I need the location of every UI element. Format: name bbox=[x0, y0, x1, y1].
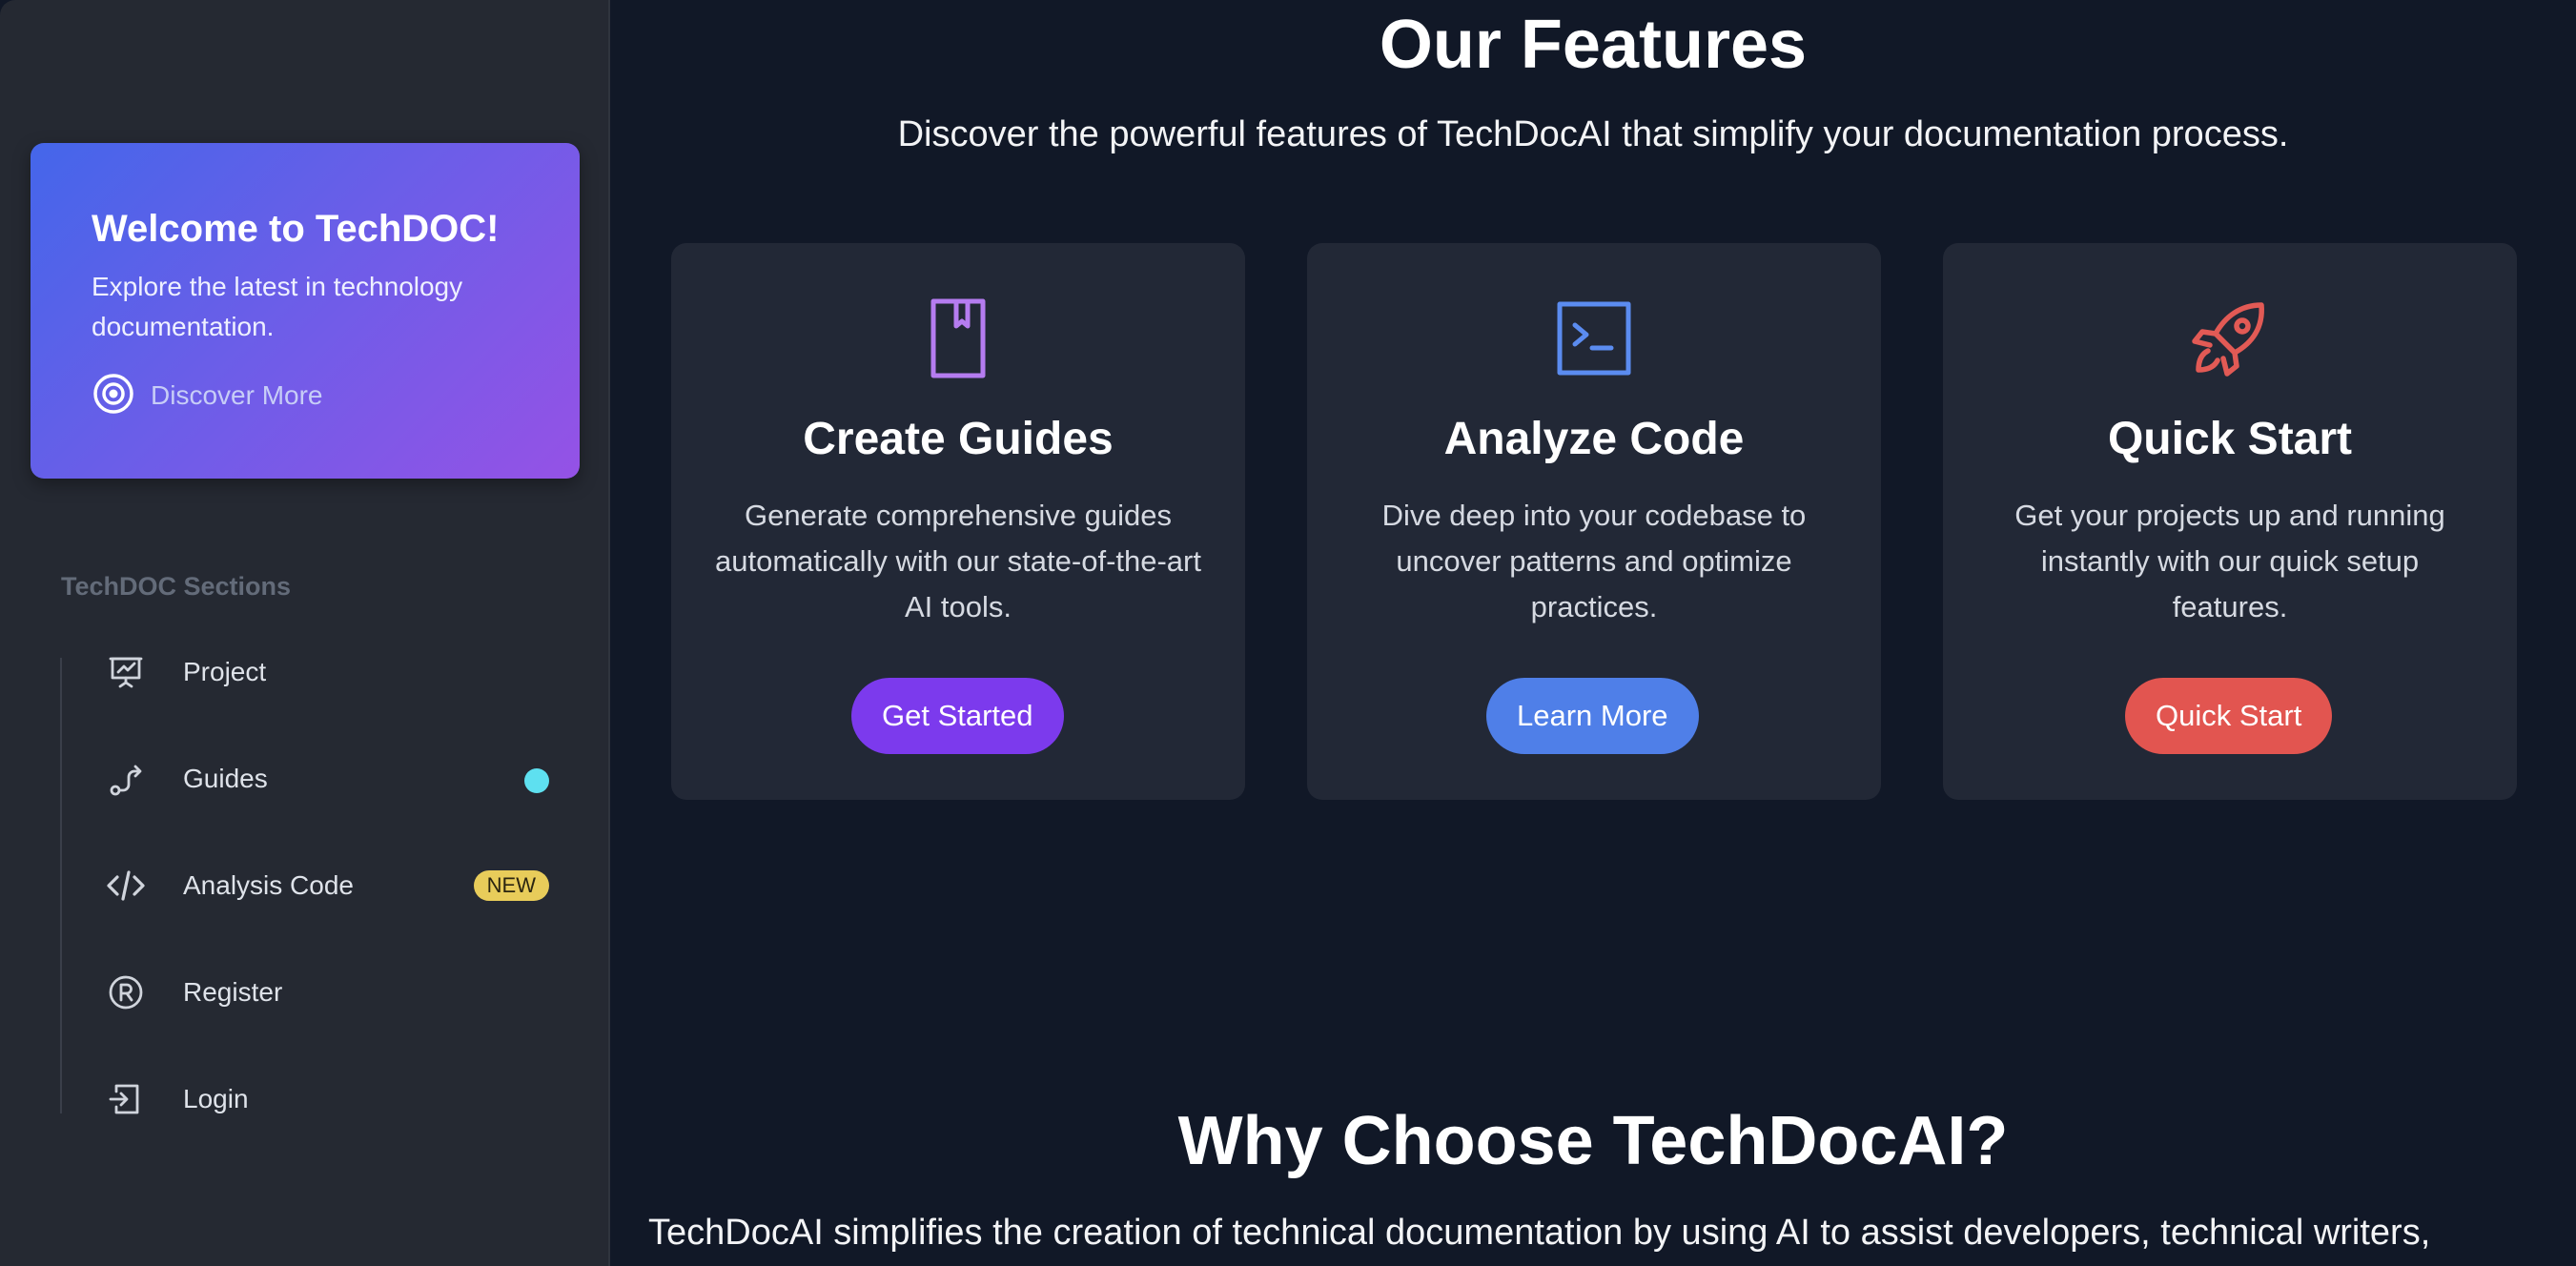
sidebar-item-label: Analysis Code bbox=[183, 870, 354, 900]
discover-more-link[interactable]: Discover More bbox=[92, 372, 323, 420]
features-title: Our Features bbox=[1379, 7, 1808, 83]
sidebar-item-project[interactable]: Project bbox=[95, 639, 562, 705]
new-badge: NEW bbox=[473, 870, 549, 901]
welcome-title: Welcome to TechDOC! bbox=[92, 208, 500, 250]
sidebar-item-label: Guides bbox=[183, 764, 268, 793]
features-subtitle: Discover the powerful features of TechDo… bbox=[897, 114, 2289, 154]
feature-card-quick-start: Quick Start Get your projects up and run… bbox=[1943, 243, 2517, 800]
quick-start-button[interactable]: Quick Start bbox=[2125, 678, 2333, 754]
app-window: Welcome to TechDOC! Explore the latest i… bbox=[0, 0, 2576, 1266]
card-description: Generate comprehensive guides automatica… bbox=[715, 499, 1201, 623]
sidebar-item-guides[interactable]: Guides bbox=[95, 745, 562, 812]
nav-divider-line bbox=[60, 658, 62, 1113]
terminal-icon bbox=[1307, 291, 1881, 386]
sidebar-item-analysis-code[interactable]: Analysis Code NEW bbox=[95, 852, 562, 919]
why-section-title: Why Choose TechDocAI? bbox=[1177, 1103, 2009, 1179]
get-started-button[interactable]: Get Started bbox=[851, 678, 1064, 754]
card-description: Dive deep into your codebase to uncover … bbox=[1381, 499, 1807, 623]
welcome-card: Welcome to TechDOC! Explore the latest i… bbox=[31, 143, 580, 479]
sidebar-item-label: Project bbox=[183, 657, 267, 686]
book-icon bbox=[671, 291, 1245, 386]
card-description: Get your projects up and running instant… bbox=[2014, 499, 2445, 623]
feature-card-create-guides: Create Guides Generate comprehensive gui… bbox=[671, 243, 1245, 800]
sidebar-item-label: Register bbox=[183, 977, 283, 1007]
why-section-text: TechDocAI simplifies the creation of tec… bbox=[648, 1213, 2431, 1253]
sidebar: Welcome to TechDOC! Explore the latest i… bbox=[0, 0, 610, 1266]
route-icon bbox=[95, 760, 156, 798]
card-title: Quick Start bbox=[2107, 414, 2353, 464]
welcome-description: Explore the latest in technology documen… bbox=[92, 272, 463, 341]
login-icon bbox=[95, 1080, 156, 1118]
discover-more-label: Discover More bbox=[151, 380, 323, 410]
sections-heading: TechDOC Sections bbox=[61, 572, 292, 601]
card-title: Analyze Code bbox=[1443, 414, 1745, 464]
card-title: Create Guides bbox=[803, 414, 1114, 464]
sidebar-item-label: Login bbox=[183, 1084, 249, 1113]
presentation-chart-icon bbox=[95, 653, 156, 691]
registered-icon bbox=[95, 973, 156, 1011]
sidebar-item-login[interactable]: Login bbox=[95, 1066, 562, 1133]
target-icon bbox=[92, 372, 135, 420]
rocket-icon bbox=[1943, 291, 2517, 386]
learn-more-button[interactable]: Learn More bbox=[1486, 678, 1699, 754]
feature-card-analyze-code: Analyze Code Dive deep into your codebas… bbox=[1307, 243, 1881, 800]
code-icon bbox=[95, 867, 156, 905]
sidebar-item-register[interactable]: Register bbox=[95, 959, 562, 1026]
main-content: Our Features Discover the powerful featu… bbox=[610, 0, 2576, 1266]
status-dot bbox=[524, 768, 549, 793]
